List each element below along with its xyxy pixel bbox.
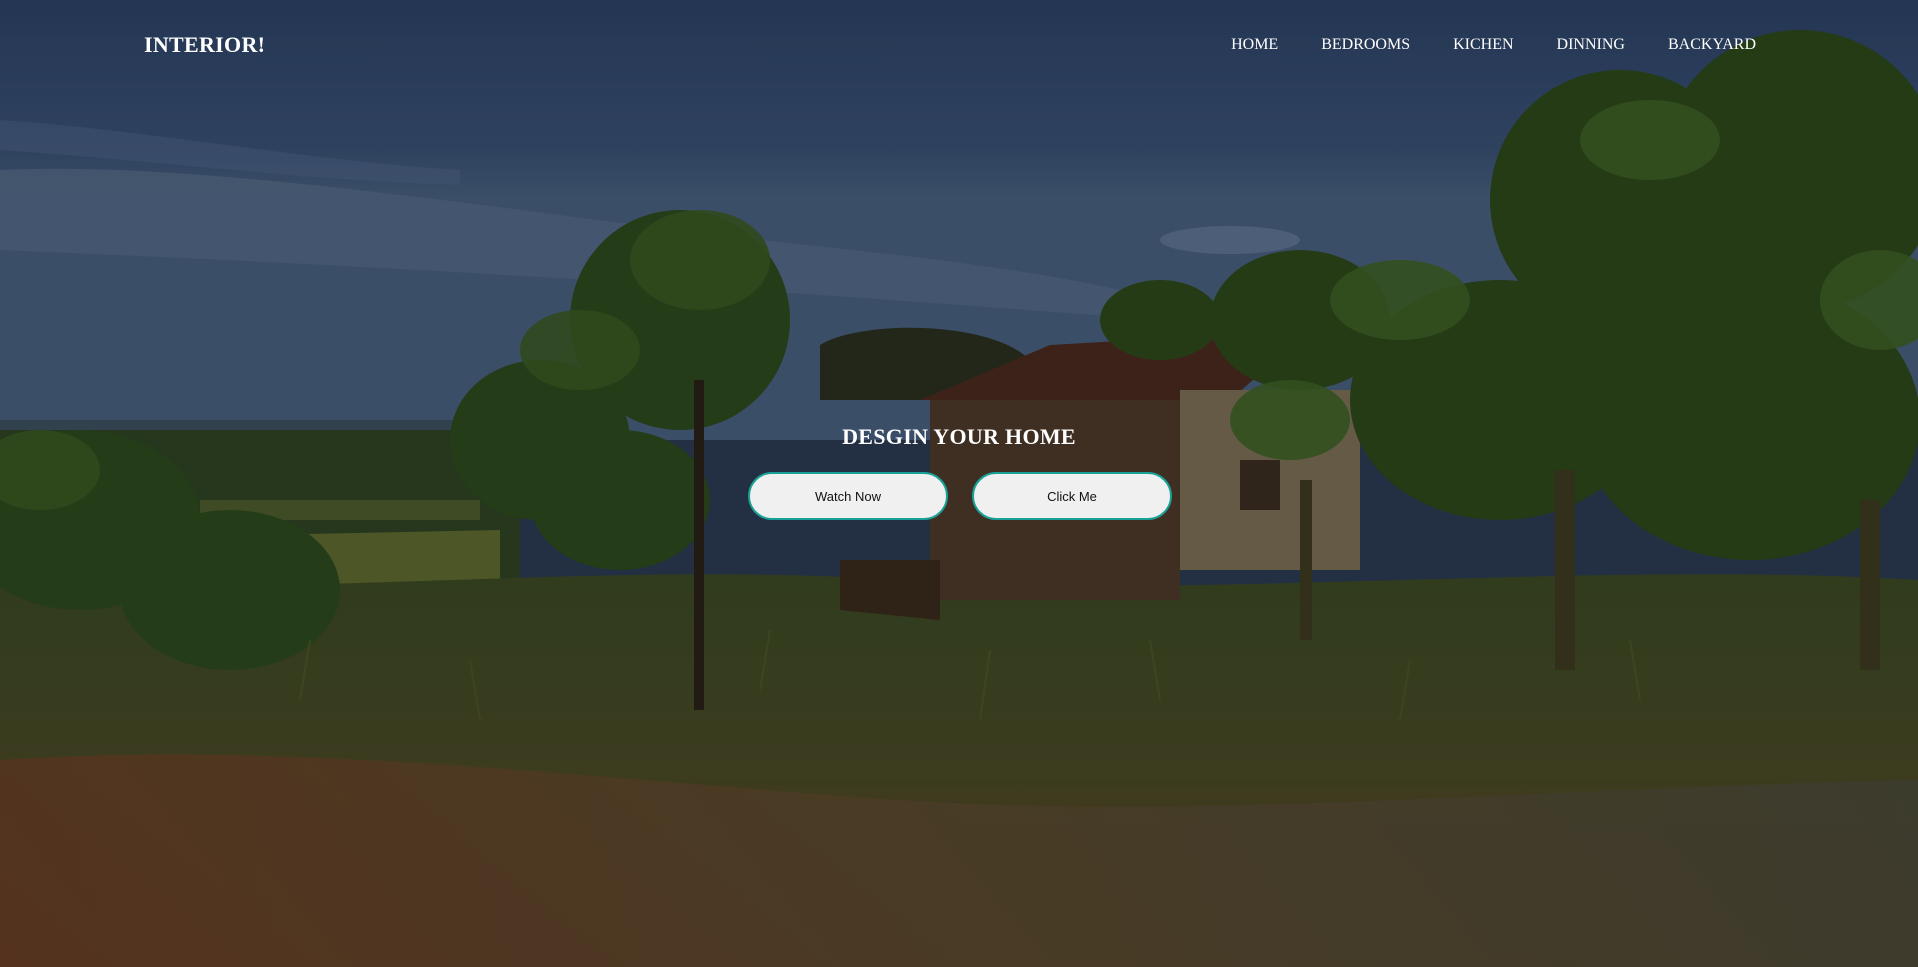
nav-item-backyard[interactable]: BACKYARD xyxy=(1668,36,1756,54)
site-logo[interactable]: INTERIOR! xyxy=(144,32,265,58)
nav-item-dinning[interactable]: DINNING xyxy=(1557,36,1625,54)
top-navbar: INTERIOR! HOME BEDROOMS KICHEN DINNING B… xyxy=(0,0,1918,92)
hero-button-row: Watch Now Click Me xyxy=(0,472,1918,522)
nav-item-kichen[interactable]: KICHEN xyxy=(1453,36,1513,54)
watch-now-button[interactable]: Watch Now xyxy=(748,472,948,520)
click-me-button[interactable]: Click Me xyxy=(972,472,1172,520)
hero-title: DESGIN YOUR HOME xyxy=(842,424,1076,449)
hero-content: DESGIN YOUR HOME Watch Now Click Me xyxy=(0,422,1918,520)
nav-item-home[interactable]: HOME xyxy=(1231,36,1278,54)
hero-section: INTERIOR! HOME BEDROOMS KICHEN DINNING B… xyxy=(0,0,1918,967)
nav-item-bedrooms[interactable]: BEDROOMS xyxy=(1321,36,1410,54)
nav-menu: HOME BEDROOMS KICHEN DINNING BACKYARD xyxy=(1188,36,1756,54)
